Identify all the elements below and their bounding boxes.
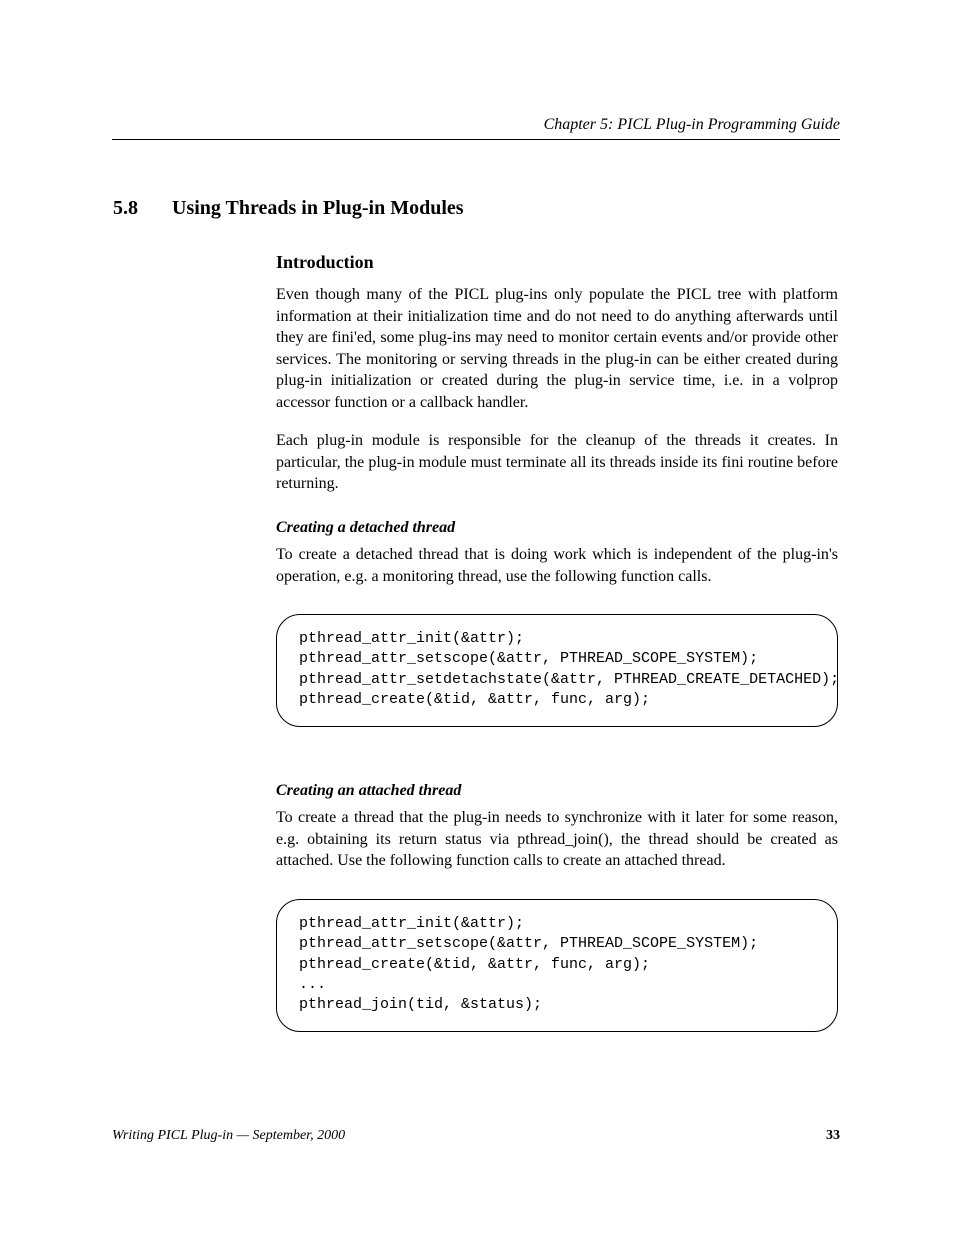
intro-paragraph-2: Each plug-in module is responsible for t… — [276, 430, 838, 495]
code-block-attached: pthread_attr_init(&attr); pthread_attr_s… — [276, 899, 838, 1032]
code-block-detached: pthread_attr_init(&attr); pthread_attr_s… — [276, 614, 838, 727]
footer-text: Writing PICL Plug-in — September, 2000 — [112, 1128, 345, 1143]
intro-paragraph-1: Even though many of the PICL plug-ins on… — [276, 284, 838, 414]
detached-thread-paragraph: To create a detached thread that is doin… — [276, 544, 838, 587]
page: Chapter 5: PICL Plug-in Programming Guid… — [0, 0, 954, 1235]
page-number: 33 — [826, 1128, 840, 1144]
section-heading: 5.8 Using Threads in Plug-in Modules — [113, 197, 464, 220]
section-number: 5.8 — [113, 197, 138, 219]
attached-thread-paragraph: To create a thread that the plug-in need… — [276, 807, 838, 872]
subheading-introduction: Introduction — [276, 252, 374, 273]
header-rule — [112, 139, 840, 140]
running-header-right: Chapter 5: PICL Plug-in Programming Guid… — [544, 116, 840, 134]
subheading-attached-thread: Creating an attached thread — [276, 782, 461, 800]
page-footer: Writing PICL Plug-in — September, 2000 3… — [112, 1128, 840, 1144]
subheading-detached-thread: Creating a detached thread — [276, 519, 455, 537]
section-title: Using Threads in Plug-in Modules — [172, 197, 464, 219]
